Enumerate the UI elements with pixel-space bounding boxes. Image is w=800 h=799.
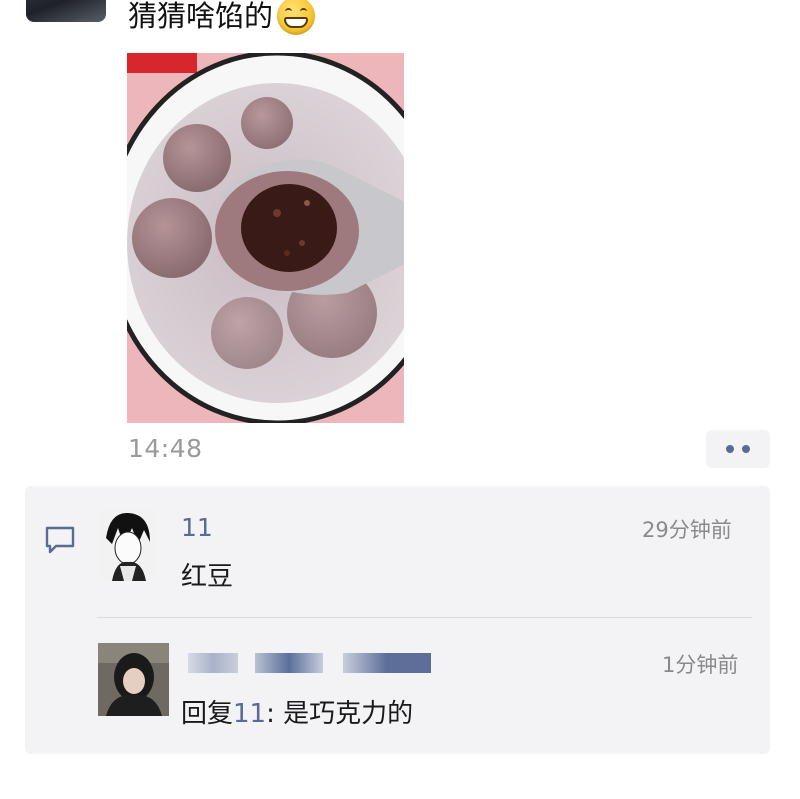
comment-divider [97, 617, 752, 618]
more-actions-button[interactable] [706, 430, 770, 468]
reply-text[interactable]: 回复11: 是巧克力的 [181, 693, 413, 730]
dot-icon [742, 445, 750, 453]
photo-avatar-image [98, 643, 169, 716]
anime-avatar-image [98, 508, 156, 581]
dot-icon [726, 445, 734, 453]
grinning-face-icon [277, 0, 316, 35]
reply-separator: : [266, 699, 275, 729]
tangyuan-photo [127, 53, 404, 423]
poster-avatar[interactable] [26, 0, 106, 22]
comment-icon [45, 526, 75, 554]
post-text: 猜猜啥馅的 [128, 0, 274, 33]
comment-text[interactable]: 红豆 [181, 556, 233, 593]
commenter-name[interactable]: 11 [181, 513, 213, 542]
comments-panel: 11 29分钟前 红豆 1分钟前 回复11: 是巧克力的 [25, 486, 770, 754]
blurred-name-segment [188, 653, 238, 673]
blurred-name-segment [343, 653, 431, 673]
replier-avatar[interactable] [98, 643, 169, 716]
commenter-avatar[interactable] [98, 508, 156, 581]
post-content: 猜猜啥馅的 [128, 0, 316, 38]
post-timestamp: 14:48 [128, 434, 203, 463]
post-photo[interactable] [127, 53, 404, 423]
blurred-name-segment [255, 653, 323, 673]
reply-prefix: 回复 [181, 699, 234, 729]
comment-time: 29分钟前 [642, 518, 732, 542]
reply-body: 是巧克力的 [274, 699, 414, 729]
reply-mention[interactable]: 11 [233, 699, 266, 729]
reply-time: 1分钟前 [662, 653, 739, 677]
